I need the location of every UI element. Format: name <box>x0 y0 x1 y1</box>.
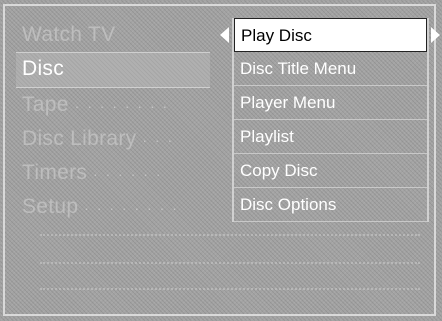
menu-item-disc-library[interactable]: Disc Library · · · <box>16 122 210 156</box>
submenu-item-label: Copy Disc <box>240 161 318 180</box>
menu-screen: Watch TV Disc Tape · · · · · · · · Disc … <box>0 0 442 321</box>
submenu-item-player-menu[interactable]: Player Menu <box>234 86 427 120</box>
triangle-left-icon[interactable] <box>220 27 229 43</box>
submenu-item-label: Player Menu <box>240 93 336 112</box>
menu-item-label: Setup <box>22 195 79 218</box>
submenu-item-copy-disc[interactable]: Copy Disc <box>234 154 427 188</box>
submenu-item-disc-title-menu[interactable]: Disc Title Menu <box>234 52 427 86</box>
divider <box>40 234 420 236</box>
submenu-item-label: Playlist <box>240 127 294 146</box>
menu-item-disc[interactable]: Disc <box>16 52 210 88</box>
disc-submenu: Play Disc Disc Title Menu Player Menu Pl… <box>232 18 429 222</box>
submenu-item-label: Play Disc <box>241 26 312 45</box>
menu-item-label: Disc Library <box>22 127 137 150</box>
dotted-leader: · · · <box>136 132 175 148</box>
dotted-leader: · · · · · · <box>87 166 163 182</box>
menu-item-timers[interactable]: Timers · · · · · · <box>16 156 210 190</box>
submenu-item-label: Disc Title Menu <box>240 59 357 78</box>
triangle-right-icon[interactable] <box>431 27 440 43</box>
submenu-item-disc-options[interactable]: Disc Options <box>234 188 427 222</box>
menu-item-tape[interactable]: Tape · · · · · · · · <box>16 88 210 122</box>
dotted-leader: · · · · · · · · <box>68 98 170 114</box>
menu-item-label: Disc <box>22 57 65 80</box>
menu-item-label: Timers <box>22 161 88 184</box>
menu-item-setup[interactable]: Setup · · · · · · · · <box>16 190 210 224</box>
submenu-item-play-disc[interactable]: Play Disc <box>234 18 427 52</box>
menu-item-label: Tape <box>22 93 69 116</box>
dotted-leader: · · · · · · · · <box>78 200 179 216</box>
divider <box>40 288 420 290</box>
menu-item-label: Watch TV <box>22 23 116 46</box>
divider <box>40 262 420 264</box>
submenu-item-playlist[interactable]: Playlist <box>234 120 427 154</box>
submenu-item-label: Disc Options <box>240 195 337 214</box>
menu-item-watch-tv[interactable]: Watch TV <box>16 18 210 52</box>
main-menu: Watch TV Disc Tape · · · · · · · · Disc … <box>16 18 210 224</box>
